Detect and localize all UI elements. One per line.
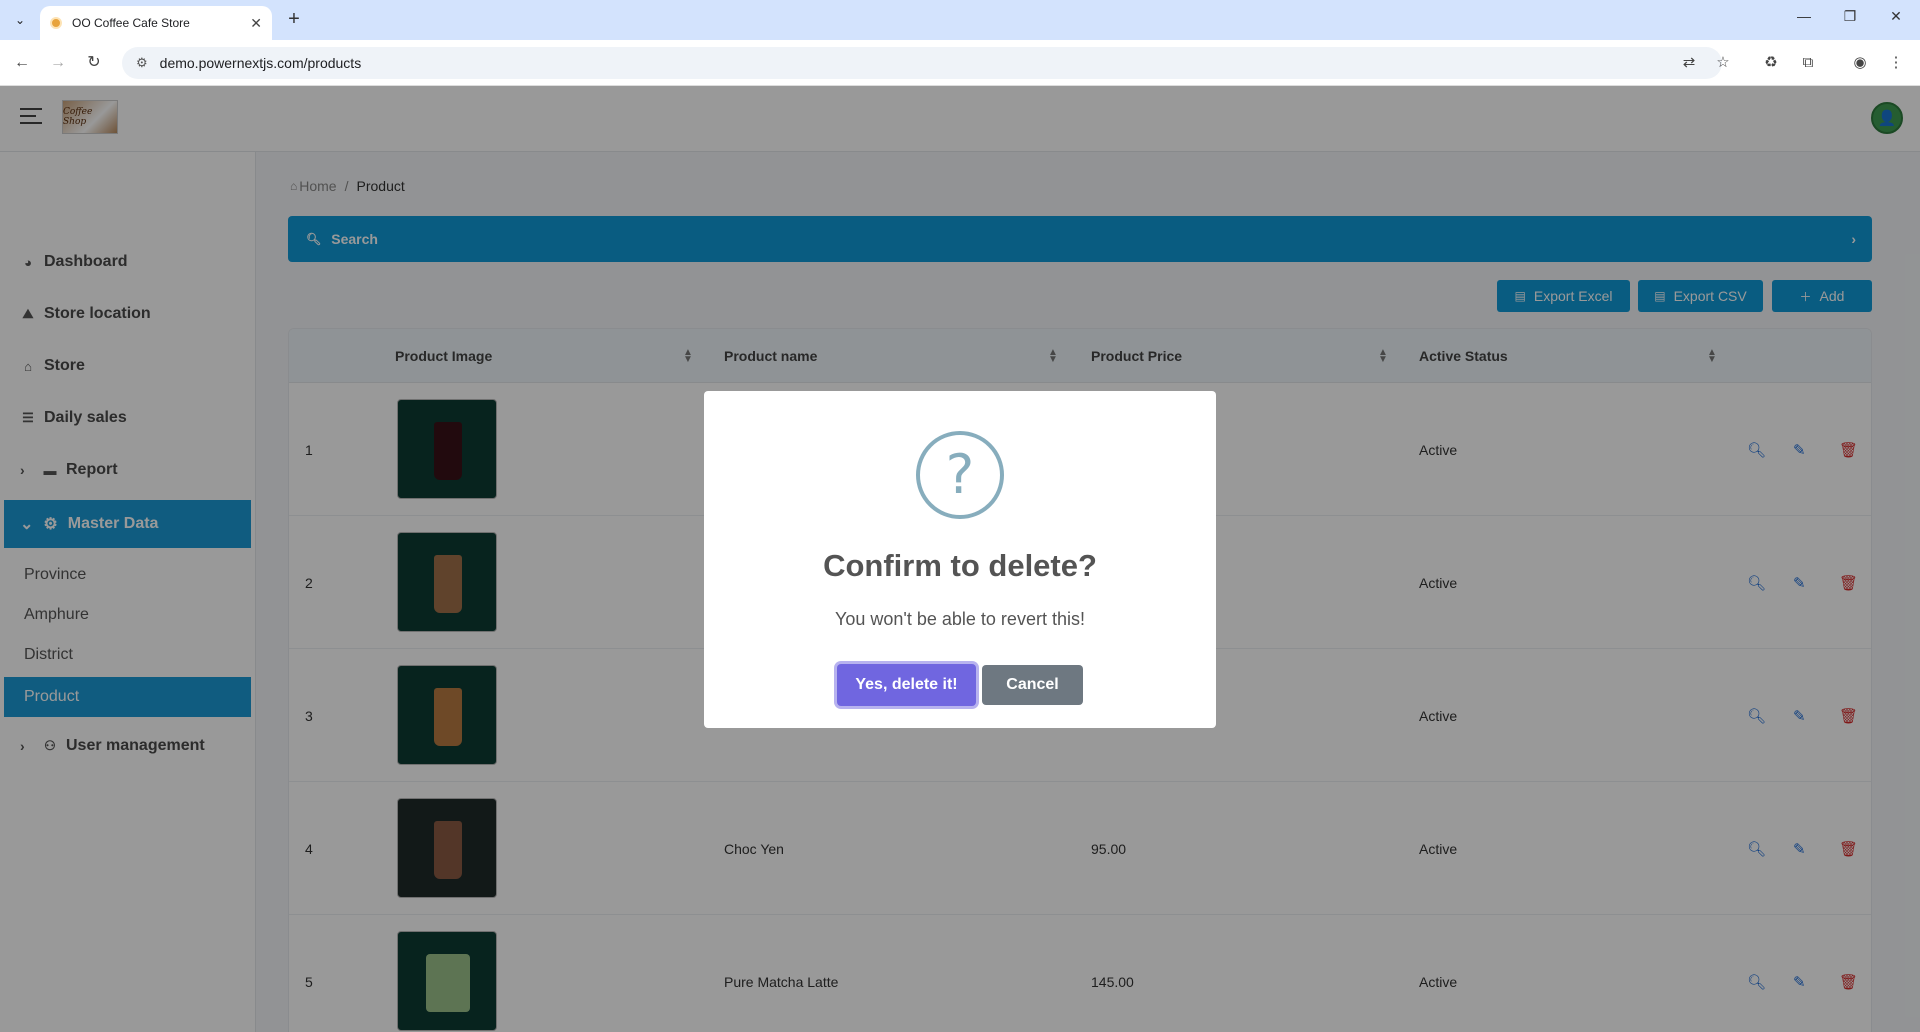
bookmark-star-icon[interactable]: ☆ [1711,51,1735,75]
url-field[interactable]: ⚙ demo.powernextjs.com/products [122,47,1722,79]
tab-title: OO Coffee Cafe Store [72,16,190,30]
back-icon[interactable]: ← [10,51,34,75]
new-tab-icon[interactable]: + [282,8,306,32]
url-text: demo.powernextjs.com/products [159,55,362,71]
extension-recycle-icon[interactable]: ♻ [1759,51,1783,75]
restore-icon[interactable]: ❐ [1836,8,1864,32]
reload-icon[interactable]: ↻ [82,51,106,75]
translate-icon[interactable]: ⇄ [1677,51,1701,75]
tab-search-dropdown-icon[interactable]: ⌄ [8,8,32,32]
browser-tab[interactable]: OO Coffee Cafe Store ✕ [40,6,272,40]
favicon-icon [50,17,62,29]
dialog-text: You won't be able to revert this! [835,609,1085,629]
address-bar: ← → ↻ ⚙ demo.powernextjs.com/products ⇄ … [0,40,1920,86]
profile-icon[interactable]: ◉ [1848,51,1872,75]
close-tab-icon[interactable]: ✕ [250,15,262,32]
question-icon: ? [916,431,1004,519]
extensions-puzzle-icon[interactable]: ⧉ [1796,51,1820,75]
cancel-button[interactable]: Cancel [982,665,1083,705]
dialog-title: Confirm to delete? [823,548,1097,583]
confirm-delete-dialog: ? Confirm to delete? You won't be able t… [704,391,1216,728]
close-window-icon[interactable]: ✕ [1882,8,1910,32]
confirm-delete-button[interactable]: Yes, delete it! [837,664,976,706]
site-info-icon[interactable]: ⚙ [136,55,148,71]
forward-icon[interactable]: → [46,51,70,75]
browser-tab-bar: ⌄ OO Coffee Cafe Store ✕ + — ❐ ✕ [0,0,1920,40]
minimize-icon[interactable]: — [1790,8,1818,32]
browser-menu-icon[interactable]: ⋮ [1884,51,1908,75]
